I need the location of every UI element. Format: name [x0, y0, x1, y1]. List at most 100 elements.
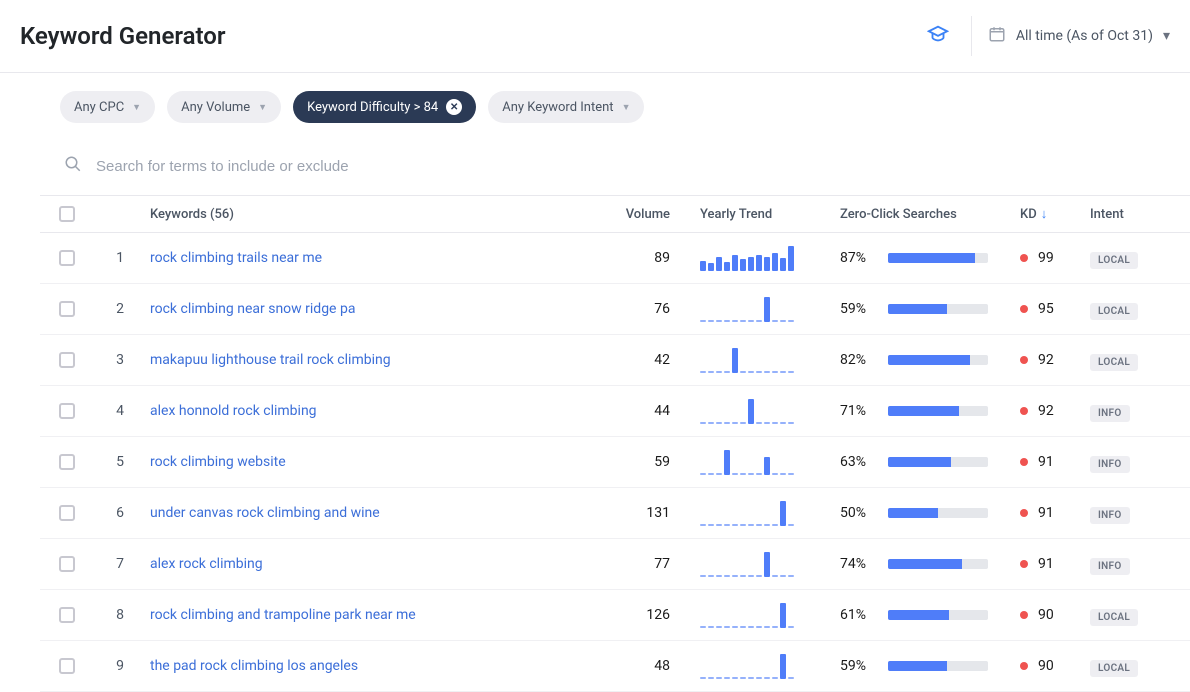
keyword-link[interactable]: alex rock climbing — [150, 556, 430, 572]
trend-bar — [764, 297, 770, 322]
trend-bar — [764, 457, 770, 475]
kd-value: 91 — [1038, 556, 1054, 572]
keyword-link[interactable]: under canvas rock climbing and wine — [150, 505, 430, 521]
trend-bar — [724, 422, 730, 424]
intent-badge: LOCAL — [1090, 609, 1138, 626]
zero-click-cell: 63% — [840, 454, 1010, 470]
kd-cell: 91 — [1020, 505, 1054, 521]
row-number: 3 — [94, 352, 146, 368]
filter-cpc[interactable]: Any CPC ▼ — [60, 91, 155, 123]
trend-bar — [764, 371, 770, 373]
trend-bar — [716, 626, 722, 628]
keyword-link[interactable]: the pad rock climbing los angeles — [150, 658, 430, 674]
volume-value: 77 — [600, 556, 690, 572]
row-checkbox[interactable] — [59, 403, 75, 419]
trend-bar — [780, 320, 786, 322]
difficulty-dot-icon — [1020, 305, 1028, 313]
filter-intent[interactable]: Any Keyword Intent ▼ — [488, 91, 644, 123]
difficulty-dot-icon — [1020, 254, 1028, 262]
trend-bar — [732, 626, 738, 628]
kd-cell: 91 — [1020, 454, 1054, 470]
header-actions: All time (As of Oct 31) ▾ — [921, 16, 1170, 56]
keyword-link[interactable]: rock climbing and trampoline park near m… — [150, 607, 430, 623]
table-row: 6under canvas rock climbing and wine1315… — [40, 488, 1190, 539]
zero-click-cell: 59% — [840, 658, 1010, 674]
col-trend[interactable]: Yearly Trend — [690, 207, 830, 222]
table-row: 7alex rock climbing7774%91INFO — [40, 539, 1190, 590]
trend-bar — [732, 524, 738, 526]
trend-bar — [788, 371, 794, 373]
keyword-link[interactable]: alex honnold rock climbing — [150, 403, 430, 419]
trend-sparkline — [700, 296, 830, 322]
trend-bar — [772, 677, 778, 679]
row-checkbox[interactable] — [59, 301, 75, 317]
date-range-picker[interactable]: All time (As of Oct 31) ▾ — [971, 16, 1170, 56]
col-zero-click[interactable]: Zero-Click Searches — [830, 207, 1010, 222]
trend-bar — [708, 575, 714, 577]
trend-bar — [732, 320, 738, 322]
close-icon[interactable]: ✕ — [446, 99, 462, 115]
filter-bar: Any CPC ▼ Any Volume ▼ Keyword Difficult… — [40, 73, 1190, 141]
kd-cell: 99 — [1020, 250, 1054, 266]
caret-down-icon: ▼ — [132, 102, 141, 113]
keyword-link[interactable]: rock climbing trails near me — [150, 250, 430, 266]
search-input[interactable] — [96, 158, 496, 175]
row-checkbox[interactable] — [59, 250, 75, 266]
table-row: 5rock climbing website5963%91INFO — [40, 437, 1190, 488]
trend-bar — [788, 422, 794, 424]
academy-icon[interactable] — [921, 17, 955, 55]
col-kd[interactable]: KD ↓ — [1010, 206, 1080, 222]
row-checkbox[interactable] — [59, 352, 75, 368]
zero-click-cell: 50% — [840, 505, 1010, 521]
trend-bar — [780, 575, 786, 577]
kd-value: 90 — [1038, 607, 1054, 623]
trend-bar — [772, 253, 778, 271]
trend-bar — [756, 422, 762, 424]
row-checkbox[interactable] — [59, 505, 75, 521]
trend-bar — [740, 677, 746, 679]
trend-bar — [756, 575, 762, 577]
keyword-link[interactable]: rock climbing near snow ridge pa — [150, 301, 430, 317]
volume-value: 48 — [600, 658, 690, 674]
trend-bar — [724, 626, 730, 628]
trend-bar — [740, 320, 746, 322]
trend-bar — [716, 422, 722, 424]
trend-bar — [700, 626, 706, 628]
table-header: Keywords (56) Volume Yearly Trend Zero-C… — [40, 196, 1190, 233]
kd-cell: 91 — [1020, 556, 1054, 572]
intent-badge: LOCAL — [1090, 303, 1138, 320]
col-volume[interactable]: Volume — [600, 207, 690, 222]
trend-sparkline — [700, 653, 830, 679]
zero-click-cell: 87% — [840, 250, 1010, 266]
trend-bar — [716, 524, 722, 526]
trend-bar — [732, 575, 738, 577]
select-all-checkbox[interactable] — [59, 206, 75, 222]
row-checkbox[interactable] — [59, 454, 75, 470]
trend-bar — [772, 473, 778, 475]
zero-click-pct: 74% — [840, 556, 876, 572]
trend-bar — [780, 371, 786, 373]
calendar-icon — [988, 25, 1006, 47]
volume-value: 89 — [600, 250, 690, 266]
row-checkbox[interactable] — [59, 607, 75, 623]
col-intent[interactable]: Intent — [1080, 207, 1190, 222]
trend-bar — [740, 626, 746, 628]
trend-bar — [748, 473, 754, 475]
filter-difficulty[interactable]: Keyword Difficulty > 84 ✕ — [293, 91, 476, 123]
intent-badge: LOCAL — [1090, 354, 1138, 371]
difficulty-dot-icon — [1020, 407, 1028, 415]
volume-value: 131 — [600, 505, 690, 521]
filter-volume[interactable]: Any Volume ▼ — [167, 91, 281, 123]
table-row: 4alex honnold rock climbing4471%92INFO — [40, 386, 1190, 437]
col-keywords[interactable]: Keywords (56) — [146, 207, 600, 222]
trend-bar — [716, 257, 722, 271]
trend-bar — [724, 677, 730, 679]
progress-bar — [888, 559, 988, 569]
row-checkbox[interactable] — [59, 658, 75, 674]
keyword-link[interactable]: makapuu lighthouse trail rock climbing — [150, 352, 430, 368]
row-checkbox[interactable] — [59, 556, 75, 572]
search-bar — [40, 141, 1190, 196]
keyword-link[interactable]: rock climbing website — [150, 454, 430, 470]
trend-bar — [748, 626, 754, 628]
trend-bar — [724, 575, 730, 577]
